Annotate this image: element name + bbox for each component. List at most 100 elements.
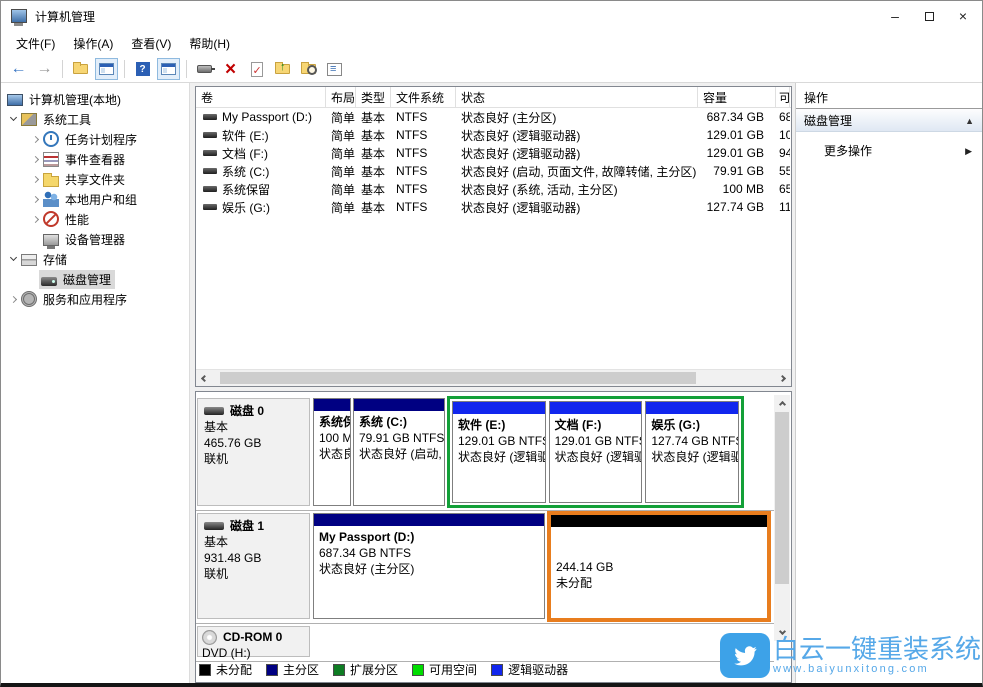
partition-d[interactable]: My Passport (D:) 687.34 GB NTFS 状态良好 (主分… [313,513,545,619]
partition-c[interactable]: 系统 (C:) 79.91 GB NTFS 状态良好 (启动, 页面文件, 故障… [353,398,445,506]
section-disk-management[interactable]: 磁盘管理 [796,109,982,132]
console-window-icon[interactable] [95,58,118,80]
horizontal-scrollbar[interactable] [196,369,791,386]
volume-status: 状态良好 (逻辑驱动器) [456,199,698,216]
sidebar-item-task-scheduler[interactable]: 任务计划程序 [1,129,189,149]
column-layout[interactable]: 布局 [326,87,356,107]
sidebar-item-disk-management[interactable]: 磁盘管理 [1,269,189,289]
volume-fs: NTFS [391,200,456,214]
scroll-right-button[interactable] [774,370,791,387]
column-free-space[interactable]: 可用空间 [776,87,790,107]
menu-file[interactable]: 文件(F) [7,32,64,55]
toolbar: ← → [1,56,982,83]
table-row[interactable]: 系统保留 简单 基本 NTFS 状态良好 (系统, 活动, 主分区) 100 M… [196,180,791,198]
column-status[interactable]: 状态 [456,87,698,107]
close-button[interactable]: × [946,1,980,31]
legend: 未分配 主分区 扩展分区 可用空间 [199,661,568,678]
sidebar-item-device-manager[interactable]: 设备管理器 [1,229,189,249]
sidebar-item-performance[interactable]: 性能 [1,209,189,229]
delete-glyph [225,60,236,79]
minimize-button[interactable]: – [878,1,912,31]
folder-icon[interactable] [69,58,92,80]
cdrom-label[interactable]: CD-ROM 0 DVD (H:) [197,626,310,657]
vertical-scrollbar[interactable] [774,395,790,641]
expander[interactable] [27,177,43,182]
sidebar-item-system-tools[interactable]: 系统工具 [1,109,189,129]
table-row[interactable]: 系统 (C:) 简单 基本 NTFS 状态良好 (启动, 页面文件, 故障转储,… [196,162,791,180]
partition-unallocated-selected[interactable]: 244.14 GB 未分配 [547,511,771,622]
folder-up-icon[interactable] [271,58,294,80]
sidebar-item-storage[interactable]: 存储 [1,249,189,269]
rescan-glyph [197,65,212,73]
delete-icon[interactable] [219,58,242,80]
collapse-icon[interactable] [965,113,974,127]
expander[interactable] [27,197,43,202]
partition-system-reserved[interactable]: 系统保留 100 MB 状态良好 (系统, 活动, 主分区) [313,398,351,506]
column-file-system[interactable]: 文件系统 [391,87,456,107]
properties-icon[interactable] [323,58,346,80]
disk-name: 磁盘 1 [230,518,264,534]
volume-fs: NTFS [391,128,456,142]
menu-view[interactable]: 查看(V) [122,32,180,55]
scrollbar-thumb[interactable] [220,372,696,384]
partition-g[interactable]: 娱乐 (G:) 127.74 GB NTFS 状态良好 (逻辑驱动器) [645,401,739,503]
partition-f[interactable]: 文档 (F:) 129.01 GB NTFS 状态良好 (逻辑驱动器) [549,401,643,503]
column-volume[interactable]: 卷 [196,87,326,107]
expander[interactable] [27,137,43,142]
chevron-up-icon [778,401,785,408]
partition-status: 未分配 [556,575,762,591]
rescan-disks-icon[interactable] [193,58,216,80]
table-row[interactable]: 文档 (F:) 简单 基本 NTFS 状态良好 (逻辑驱动器) 129.01 G… [196,144,791,162]
toolbar-separator [186,60,187,78]
legend-label: 逻辑驱动器 [508,661,568,678]
help-icon[interactable] [131,58,154,80]
sidebar-item-computer-management[interactable]: 计算机管理(本地) [1,89,189,109]
legend-label: 扩展分区 [350,661,398,678]
expander[interactable] [5,258,21,260]
sidebar-item-event-viewer[interactable]: 事件查看器 [1,149,189,169]
partition-e[interactable]: 软件 (E:) 129.01 GB NTFS 状态良好 (逻辑驱动器) [452,401,546,503]
maximize-button[interactable] [912,1,946,31]
disk-1-label[interactable]: 磁盘 1 基本 931.48 GB 联机 [197,513,310,619]
menu-action[interactable]: 操作(A) [64,32,122,55]
folder-glyph [73,64,88,74]
console-tree-icon[interactable] [157,58,180,80]
volume-fs: NTFS [391,164,456,178]
table-row[interactable]: My Passport (D:) 简单 基本 NTFS 状态良好 (主分区) 6… [196,108,791,126]
event-log-icon [43,152,59,167]
table-row[interactable]: 娱乐 (G:) 简单 基本 NTFS 状态良好 (逻辑驱动器) 127.74 G… [196,198,791,216]
column-capacity[interactable]: 容量 [698,87,776,107]
chevron-right-icon [31,175,38,182]
expander[interactable] [27,157,43,162]
sidebar-item-shared-folders[interactable]: 共享文件夹 [1,169,189,189]
more-actions-item[interactable]: 更多操作 [796,138,982,162]
volume-status: 状态良好 (逻辑驱动器) [456,145,698,162]
sidebar-item-services-applications[interactable]: 服务和应用程序 [1,289,189,309]
volume-layout: 简单 [326,181,356,198]
volume-layout: 简单 [326,199,356,216]
forward-icon[interactable]: → [33,58,56,80]
table-row[interactable]: 软件 (E:) 简单 基本 NTFS 状态良好 (逻辑驱动器) 129.01 G… [196,126,791,144]
check-document-glyph [251,62,263,77]
back-icon[interactable]: ← [7,58,30,80]
watermark: 白云一键重装系统 www.baiyunxitong.com [720,633,981,678]
content-area: 计算机管理(本地) 系统工具 任务计划程序 事件查看器 共享文件夹 [1,83,982,683]
scrollbar-thumb[interactable] [775,412,789,584]
volume-capacity: 127.74 GB [698,200,776,214]
scroll-left-button[interactable] [196,370,213,387]
menu-help[interactable]: 帮助(H) [180,32,239,55]
folder-search-icon[interactable] [297,58,320,80]
volume-free: 65 [776,182,790,196]
expander[interactable] [5,297,21,302]
check-document-icon[interactable] [245,58,268,80]
partition-status: 状态良好 (主分区) [319,561,539,577]
scroll-up-button[interactable] [774,395,790,411]
sidebar-item-local-users-groups[interactable]: 本地用户和组 [1,189,189,209]
expander[interactable] [5,118,21,120]
disk-0-label[interactable]: 磁盘 0 基本 465.76 GB 联机 [197,398,310,506]
column-type[interactable]: 类型 [356,87,391,107]
expander[interactable] [27,217,43,222]
extended-partition-container: 软件 (E:) 129.01 GB NTFS 状态良好 (逻辑驱动器) 文档 (… [447,396,744,508]
back-arrow-glyph: ← [11,61,27,77]
tools-icon [21,113,37,126]
